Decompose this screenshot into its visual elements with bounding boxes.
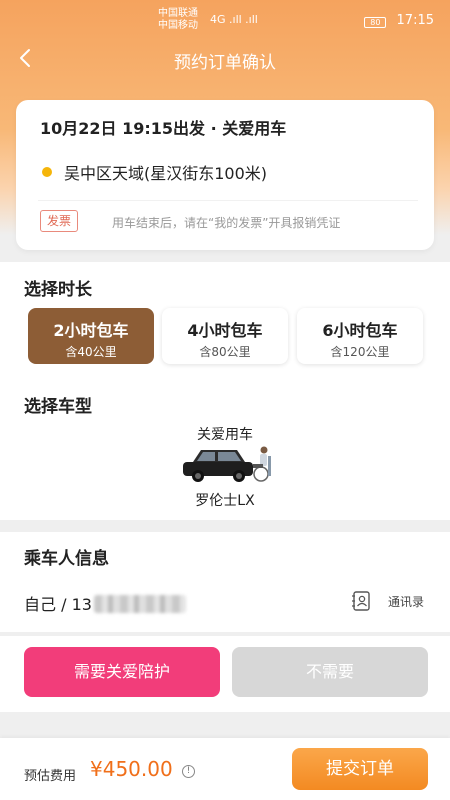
no-escort-button[interactable]: 不需要	[232, 647, 428, 697]
trip-summary: 10月22日 19:15出发 · 关爱用车	[40, 119, 287, 138]
invoice-note: 用车结束后，请在“我的发票”开具报销凭证	[112, 216, 341, 230]
invoice-tag: 发票	[40, 210, 79, 232]
vehicle-title: 选择车型	[24, 397, 92, 417]
info-circle-icon[interactable]: !	[182, 765, 195, 778]
passenger-title: 乘车人信息	[24, 549, 109, 569]
escort-panel: 需要关爱陪护 不需要	[0, 636, 450, 712]
contact-book-icon	[352, 591, 370, 611]
passenger-value: 自己 / 13	[24, 595, 92, 614]
duration-title: 选择时长	[24, 280, 92, 300]
carrier-2: 中国移动	[158, 20, 198, 31]
need-escort-button[interactable]: 需要关爱陪护	[24, 647, 220, 697]
page-title: 预约订单确认	[174, 53, 276, 73]
bottom-bar: 预估费用 ¥450.00 ! 提交订单	[0, 738, 450, 800]
fee-label: 预估费用	[24, 769, 77, 784]
navigation-bar: 预约订单确认	[0, 42, 450, 76]
redacted-phone	[93, 595, 186, 613]
duration-option-label: 4小时包车	[187, 321, 263, 340]
submit-order-button[interactable]: 提交订单	[292, 748, 428, 790]
duration-option-4h[interactable]: 4小时包车 含80公里	[162, 308, 288, 364]
carrier-1: 中国联通	[158, 8, 198, 19]
battery-icon: 80	[364, 17, 387, 28]
duration-option-2h[interactable]: 2小时包车 含40公里	[28, 308, 154, 364]
passenger-field[interactable]: 自己 / 13	[24, 591, 186, 615]
passenger-panel: 乘车人信息 自己 / 13 通讯录	[0, 532, 450, 632]
contacts-label: 通讯录	[388, 595, 425, 609]
duration-option-sub: 含80公里	[199, 345, 251, 359]
duration-option-label: 2小时包车	[53, 321, 129, 340]
taxi-with-wheelchair-image[interactable]	[181, 444, 277, 484]
duration-option-6h[interactable]: 6小时包车 含120公里	[297, 308, 423, 364]
vehicle-model: 罗伦士LX	[195, 493, 255, 509]
status-time: 17:15	[396, 13, 434, 28]
duration-option-sub: 含120公里	[330, 345, 390, 359]
duration-option-label: 6小时包车	[322, 321, 398, 340]
options-panel: 选择时长 2小时包车 含40公里 4小时包车 含80公里 6小时包车 含120公…	[0, 262, 450, 520]
status-right: 80 17:15	[358, 13, 434, 28]
pickup-address[interactable]: 吴中区天域(星汉街东100米)	[64, 160, 267, 184]
vehicle-category: 关爱用车	[197, 427, 253, 443]
status-bar: 中国联通 中国移动 4G .ıll .ıll 80 17:15	[0, 0, 450, 42]
trip-summary-card: 10月22日 19:15出发 · 关爱用车 吴中区天域(星汉街东100米) 发票…	[16, 100, 434, 250]
carrier-info: 中国联通 中国移动	[158, 8, 198, 32]
card-divider	[38, 200, 418, 201]
fee-amount: ¥450.00	[90, 757, 173, 781]
duration-option-sub: 含40公里	[65, 345, 117, 359]
signal-icons: 4G .ıll .ıll	[210, 13, 258, 26]
pickup-dot-icon	[42, 167, 52, 177]
